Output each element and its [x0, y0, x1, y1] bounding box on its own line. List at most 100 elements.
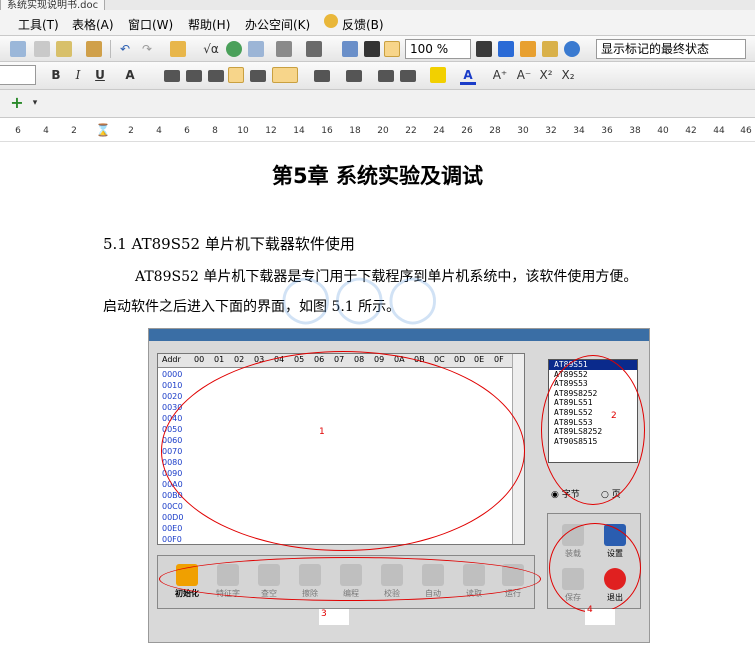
document-map-icon[interactable] [342, 41, 358, 57]
ruler-tick: 6 [184, 126, 190, 136]
ruler-tick: 14 [293, 126, 305, 136]
bold-button[interactable]: B [48, 65, 64, 85]
find-icon[interactable] [476, 41, 492, 57]
watermark-logo: ◯◯◯ [280, 270, 441, 324]
menu-feedback[interactable]: 反馈(B) [342, 16, 384, 33]
grow-font-button[interactable]: A⁺ [490, 65, 510, 85]
hex-col: Addr [162, 355, 181, 364]
menu-office-space[interactable]: 办公空间(K) [245, 16, 310, 33]
ruler-tick: 40 [657, 126, 669, 136]
ruler-tick: 30 [517, 126, 529, 136]
hex-address: 0000 [162, 370, 183, 379]
ruler-tick: 46 [740, 126, 752, 136]
shrink-font-button[interactable]: A⁻ [514, 65, 534, 85]
hyperlink-icon[interactable] [226, 41, 242, 57]
ruler-tick: 18 [349, 126, 361, 136]
markup-state-select[interactable]: 显示标记的最终状态 [596, 39, 746, 59]
hex-col: 02 [234, 355, 245, 364]
increase-indent-icon[interactable] [400, 70, 416, 82]
annotation-ellipse-1 [161, 351, 525, 551]
feedback-icon [324, 14, 338, 28]
show-marks-icon[interactable] [364, 41, 380, 57]
add-icon[interactable]: + [8, 93, 26, 113]
formula-icon[interactable]: √α [200, 39, 222, 59]
ruler-tick: 24 [433, 126, 445, 136]
page-view-icon[interactable] [384, 41, 400, 57]
ruler: 6 4 2 ⌛ 2 4 6 8 10 12 14 16 18 20 22 24 … [0, 122, 755, 142]
align-right-icon[interactable] [208, 70, 224, 82]
menu-bar: 工具(T) 表格(A) 窗口(W) 帮助(H) 办公空间(K) 反馈(B) [0, 10, 755, 36]
hex-address: 0010 [162, 381, 183, 390]
paste-icon[interactable] [56, 41, 72, 57]
programmer-screenshot: Addr 00 01 02 03 04 05 06 07 08 09 0A 0B… [148, 328, 650, 643]
hex-col: 0F [494, 355, 504, 364]
ruler-tick: 10 [237, 126, 249, 136]
cut-icon[interactable] [34, 41, 50, 57]
ruler-tick: 28 [489, 126, 501, 136]
title-bar: 系统实现说明书.doc [0, 0, 755, 12]
hex-address: 00E0 [162, 524, 183, 533]
align-center-icon[interactable] [186, 70, 202, 82]
copy-icon[interactable] [10, 41, 26, 57]
ruler-tick: 26 [461, 126, 473, 136]
justify-icon[interactable] [228, 67, 244, 83]
italic-button[interactable]: I [70, 65, 86, 85]
annotation-label-2: 2 [611, 411, 617, 421]
underline-button[interactable]: U [92, 65, 108, 85]
bullets-icon[interactable] [346, 70, 362, 82]
hex-col: 01 [214, 355, 225, 364]
chevron-down-icon[interactable]: ▾ [30, 93, 40, 113]
help-icon[interactable] [564, 41, 580, 57]
ruler-tick: 38 [629, 126, 641, 136]
menu-tools[interactable]: 工具(T) [18, 16, 59, 33]
columns-icon[interactable] [276, 41, 292, 57]
template-icon[interactable] [520, 41, 536, 57]
decrease-indent-icon[interactable] [378, 70, 394, 82]
table-insert-icon[interactable] [170, 41, 186, 57]
numbering-icon[interactable] [314, 70, 330, 82]
stamp-icon[interactable] [542, 41, 558, 57]
align-left-icon[interactable] [164, 70, 180, 82]
ruler-tick: 12 [265, 126, 277, 136]
section-title: 5.1 AT89S52 单片机下载器软件使用 [103, 235, 355, 253]
hex-col: 0C [434, 355, 445, 364]
hex-col: 0E [474, 355, 485, 364]
redo-icon[interactable]: ↷ [138, 39, 156, 59]
indent-marker[interactable]: ⌛ [96, 123, 111, 137]
standard-toolbar: ↶ ↷ √α 100 % 显示标记的最终状态 [0, 36, 755, 62]
distributed-icon[interactable] [250, 70, 266, 82]
ruler-tick: 22 [405, 126, 417, 136]
chapter-title: 第5章 系统实验及调试 [272, 164, 483, 188]
annotation-label-1: 1 [319, 427, 325, 437]
format-painter-icon[interactable] [86, 41, 102, 57]
undo-icon[interactable]: ↶ [116, 39, 134, 59]
ruler-tick: 6 [15, 126, 21, 136]
subscript-button[interactable]: X₂ [558, 65, 578, 85]
ruler-tick: 2 [71, 126, 77, 136]
font-color-button[interactable]: A [460, 65, 476, 85]
annotation-label-4: 4 [587, 605, 593, 615]
ruler-tick: 42 [685, 126, 697, 136]
ruler-tick: 36 [601, 126, 613, 136]
line-spacing-icon[interactable] [272, 67, 298, 83]
chart-icon[interactable] [306, 41, 322, 57]
ruler-tick: 34 [573, 126, 585, 136]
hex-address: 00C0 [162, 502, 183, 511]
ruler-tick: 16 [321, 126, 333, 136]
insert-table-icon[interactable] [248, 41, 264, 57]
menu-table[interactable]: 表格(A) [72, 16, 114, 33]
highlight-icon[interactable] [430, 67, 446, 83]
font-size-select[interactable] [0, 65, 36, 85]
superscript-button[interactable]: X² [536, 65, 556, 85]
annotation-ellipse-4 [549, 523, 641, 613]
annotation-ellipse-3 [159, 557, 541, 601]
figure-window-header [149, 329, 649, 341]
zoom-select[interactable]: 100 % [405, 39, 471, 59]
menu-window[interactable]: 窗口(W) [128, 16, 173, 33]
hex-col: 00 [194, 355, 205, 364]
menu-help[interactable]: 帮助(H) [188, 16, 230, 33]
format-toolbar: B I U A A A⁺ A⁻ X² X₂ [0, 62, 755, 90]
char-shading-button[interactable]: A [122, 65, 138, 85]
dictionary-icon[interactable] [498, 41, 514, 57]
ruler-tick: 32 [545, 126, 557, 136]
